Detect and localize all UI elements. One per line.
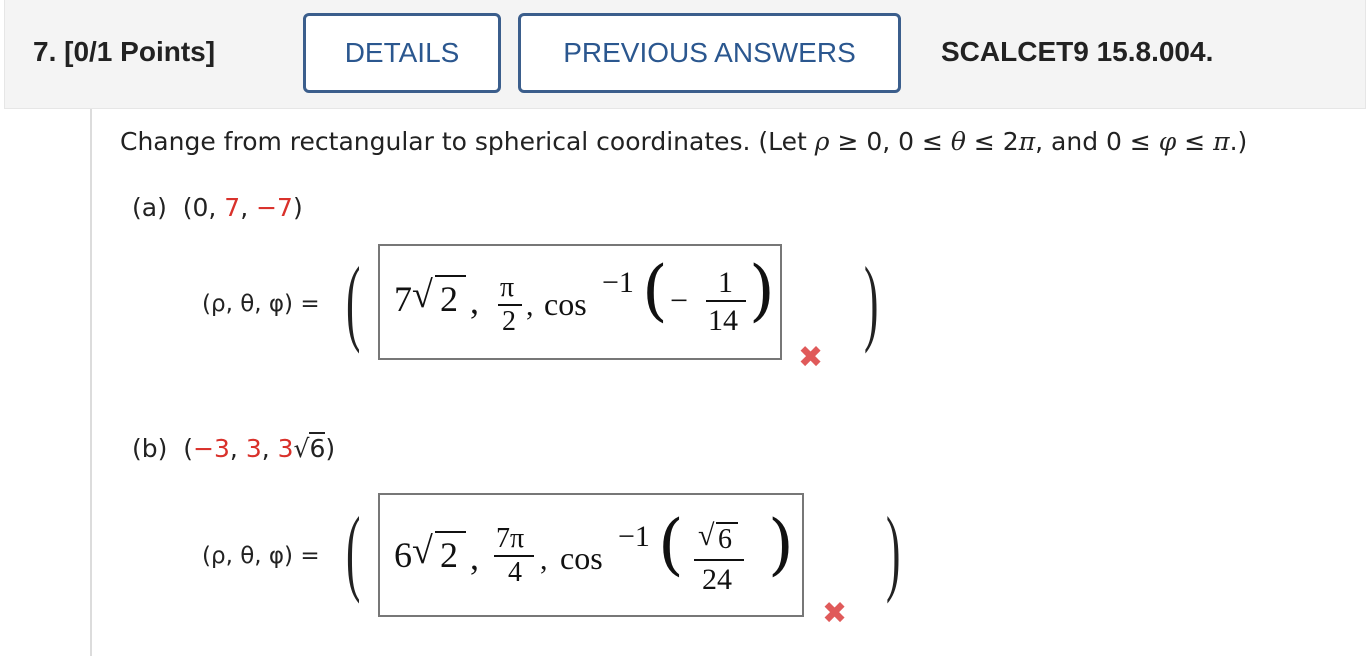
part-b-coord-label: (ρ, θ, φ) =	[202, 543, 320, 569]
details-button[interactable]: DETAILS	[303, 13, 501, 93]
part-b-y-value: 3	[245, 434, 262, 463]
part-b-incorrect-x-icon: ✖	[822, 596, 848, 631]
question-header: 7. [0/1 Points] DETAILS PREVIOUS ANSWERS…	[4, 0, 1366, 109]
part-b-left-paren: (	[346, 497, 361, 604]
question-prompt: Change from rectangular to spherical coo…	[120, 127, 1248, 156]
part-a-y-value: 7	[224, 193, 241, 222]
previous-answers-button[interactable]: PREVIOUS ANSWERS	[518, 13, 901, 93]
part-b-point: (b) (−3, 3, 3√6)	[132, 432, 336, 463]
part-b-answer-field[interactable]: 6 √ 2 , 7π 4 , cos −1 ( √ 6 24 )	[378, 493, 804, 617]
course-code: SCALCET9 15.8.004.	[941, 36, 1214, 67]
part-a-right-paren: )	[864, 247, 879, 354]
part-b-x-value: −3	[193, 434, 230, 463]
part-b-label: (b)	[132, 434, 168, 463]
part-a-answer-field[interactable]: 7 √ 2 , π 2 , cos −1 ( − 1 14 )	[378, 244, 782, 360]
part-b-right-paren: )	[886, 497, 901, 604]
part-a-left-paren: (	[346, 247, 361, 354]
question-number: 7. [0/1 Points]	[33, 36, 216, 67]
part-a-label: (a)	[132, 193, 167, 222]
part-a-coord-label: (ρ, θ, φ) =	[202, 291, 320, 317]
part-b-z-coef: 3	[277, 434, 294, 463]
content-divider	[90, 109, 92, 656]
part-a-z-value: −7	[256, 193, 293, 222]
part-a-point: (a) (0, 7, −7)	[132, 193, 303, 222]
part-b-z-radicand: 6	[309, 432, 326, 463]
part-a-incorrect-x-icon: ✖	[798, 340, 824, 375]
